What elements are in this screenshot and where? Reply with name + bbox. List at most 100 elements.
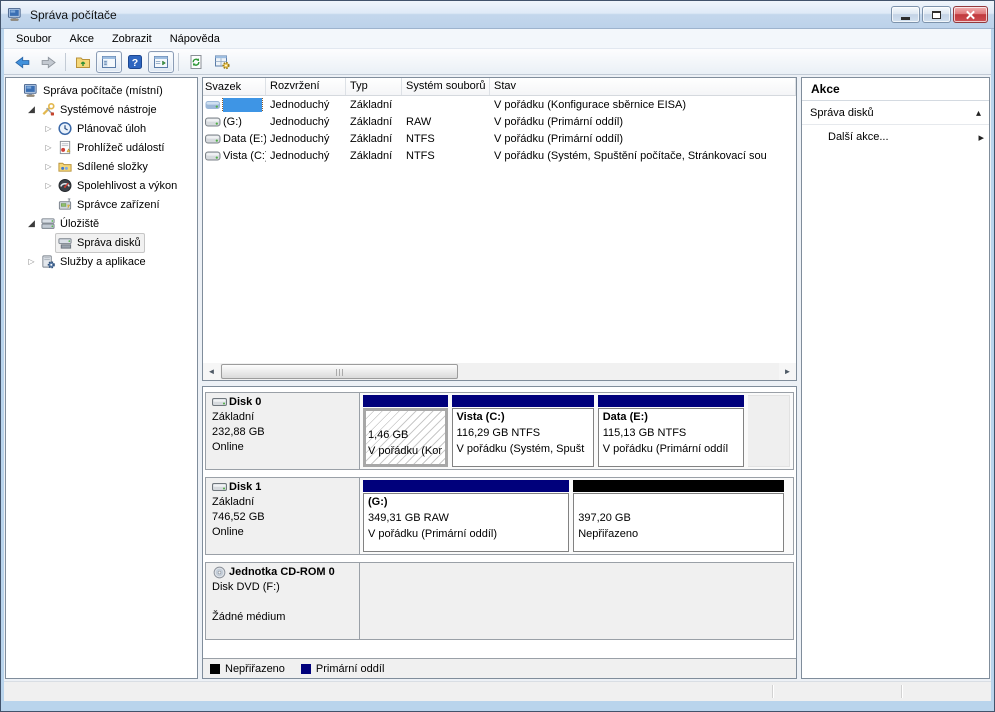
tree-expander-icon[interactable] — [42, 124, 55, 133]
disk-label[interactable]: Disk 1 Základní746,52 GBOnline — [205, 477, 360, 555]
close-button[interactable] — [953, 6, 988, 23]
toolbar-refresh-button[interactable] — [183, 51, 209, 73]
tree-expander-icon[interactable] — [25, 257, 38, 266]
scroll-left-button[interactable] — [203, 363, 220, 380]
partition-status: V pořádku (Primární oddíl) — [368, 526, 564, 542]
disk-icon — [212, 396, 228, 409]
restore-button[interactable] — [922, 6, 951, 23]
svg-text:?: ? — [131, 57, 137, 69]
tree-item-content[interactable]: Správa počítače (místní) — [21, 81, 167, 101]
volume-name-cell[interactable]: Vista (C:) — [203, 150, 266, 162]
tree-item-content[interactable]: Sdílené složky — [55, 157, 152, 177]
toolbar-toggle-action-pane-button[interactable] — [148, 51, 174, 73]
horizontal-scrollbar[interactable] — [203, 363, 796, 380]
volume-icon — [205, 133, 221, 145]
toolbar-up-one-level-button[interactable] — [70, 51, 96, 73]
menu-akce[interactable]: Akce — [60, 30, 102, 48]
partition-body[interactable]: Data (E:) 115,13 GB NTFS V pořádku (Prim… — [598, 408, 744, 467]
volume-row[interactable]: (G:) Jednoduchý Základní RAW V pořádku (… — [203, 113, 796, 130]
partition-body[interactable]: (G:) 349,31 GB RAW V pořádku (Primární o… — [363, 493, 569, 552]
tree-item-spravce-zarizeni[interactable]: Správce zařízení — [6, 195, 197, 214]
services-icon — [40, 254, 57, 270]
tree-item-sprava-pocitace-mistni[interactable]: Správa počítače (místní) — [6, 81, 197, 100]
more-actions-item[interactable]: Další akce... — [802, 125, 989, 149]
collapse-group-icon[interactable] — [976, 107, 981, 119]
disk-label[interactable]: Jednotka CD-ROM 0 Disk DVD (F:)Žádné méd… — [205, 562, 360, 640]
partition-body[interactable]: Vista (C:) 116,29 GB NTFS V pořádku (Sys… — [452, 408, 594, 467]
window-title: Správa počítače — [30, 8, 117, 22]
menu-soubor[interactable]: Soubor — [7, 30, 60, 48]
scrollbar-thumb[interactable] — [221, 364, 458, 379]
column-header-system-souboru[interactable]: Systém souborů — [402, 78, 490, 95]
toolbar-back-button[interactable] — [9, 51, 35, 73]
volume-row[interactable]: Jednoduchý Základní V pořádku (Konfigura… — [203, 96, 796, 113]
tree-item-content[interactable]: Úložiště — [38, 214, 103, 234]
event-viewer-icon — [57, 140, 74, 156]
tree-item-content[interactable]: Plánovač úloh — [55, 119, 150, 139]
volume-name: (G:) — [223, 116, 242, 128]
menu-napoveda[interactable]: Nápověda — [161, 30, 229, 48]
volume-name-cell[interactable] — [203, 98, 266, 112]
tree-item-label: Služby a aplikace — [57, 256, 146, 268]
partition-size: 1,46 GB — [368, 427, 443, 443]
column-header-stav[interactable]: Stav — [490, 78, 796, 95]
volume-name-cell[interactable]: Data (E:) — [203, 133, 266, 145]
menu-zobrazit[interactable]: Zobrazit — [103, 30, 161, 48]
partition-body[interactable]: 397,20 GB Nepřiřazeno — [573, 493, 784, 552]
partition-status: V pořádku (Systém, Spušt — [457, 441, 589, 457]
volume-row[interactable]: Vista (C:) Jednoduchý Základní NTFS V po… — [203, 147, 796, 164]
volume-type-cell: Základní — [346, 133, 402, 145]
partition-status: V pořádku (Kor — [368, 443, 443, 459]
toolbar-toggle-console-tree-button[interactable] — [96, 51, 122, 73]
tree-item-content[interactable]: Systémové nástroje — [38, 100, 161, 120]
column-header-svazek[interactable]: Svazek — [203, 78, 266, 95]
tree-item-prohlizec-udalosti[interactable]: Prohlížeč událostí — [6, 138, 197, 157]
volume-filesystem-cell: RAW — [402, 116, 490, 128]
partition-size: 397,20 GB — [578, 510, 779, 526]
volume-type-cell: Základní — [346, 116, 402, 128]
toolbar-forward-button[interactable] — [35, 51, 61, 73]
title-bar[interactable]: Správa počítače — [1, 1, 994, 29]
partition-data-e[interactable]: Data (E:) 115,13 GB NTFS V pořádku (Prim… — [598, 395, 744, 467]
volume-name: Data (E:) — [223, 133, 266, 145]
volume-filesystem-cell: NTFS — [402, 133, 490, 145]
partition-v-poradku-kor[interactable]: 1,46 GB V pořádku (Kor — [363, 395, 448, 467]
legend-item: Primární oddíl — [301, 663, 384, 675]
tree-expander-icon[interactable] — [42, 162, 55, 171]
tree-expander-icon[interactable] — [25, 104, 38, 115]
minimize-button[interactable] — [891, 6, 920, 23]
partition-body[interactable]: 1,46 GB V pořádku (Kor — [363, 408, 448, 467]
disk-info-line: Online — [212, 525, 353, 540]
tree-item-label: Správce zařízení — [74, 199, 160, 211]
tree-item-spolehlivost-a-vykon[interactable]: Spolehlivost a výkon — [6, 176, 197, 195]
minimize-icon — [901, 17, 910, 20]
tree-item-content[interactable]: Správce zařízení — [55, 195, 164, 215]
partition-neprirazeno[interactable]: 397,20 GB Nepřiřazeno — [573, 480, 784, 552]
tree-item-content[interactable]: Prohlížeč událostí — [55, 138, 168, 158]
disk-label[interactable]: Disk 0 Základní232,88 GBOnline — [205, 392, 360, 470]
tree-expander-icon[interactable] — [42, 143, 55, 152]
tree-item-sdilene-slozky[interactable]: Sdílené složky — [6, 157, 197, 176]
tree-item-planovac-uloh[interactable]: Plánovač úloh — [6, 119, 197, 138]
tree-item-content[interactable]: Správa disků — [55, 233, 145, 253]
tree-item-sprava-disku[interactable]: Správa disků — [6, 233, 197, 252]
partition-vista-c[interactable]: Vista (C:) 116,29 GB NTFS V pořádku (Sys… — [452, 395, 594, 467]
legend-item: Nepřiřazeno — [210, 663, 285, 675]
toolbar-console-options-button[interactable] — [209, 51, 235, 73]
tree-expander-icon[interactable] — [25, 218, 38, 229]
tree-item-content[interactable]: Spolehlivost a výkon — [55, 176, 181, 196]
tree-item-systemove-nastroje[interactable]: Systémové nástroje — [6, 100, 197, 119]
tree-expander-icon[interactable] — [42, 181, 55, 190]
toolbar-help-button[interactable]: ? — [122, 51, 148, 73]
toolbar-separator — [178, 53, 179, 71]
actions-group-disk-management[interactable]: Správa disků — [802, 101, 989, 125]
tree-item-content[interactable]: Služby a aplikace — [38, 252, 150, 272]
tree-item-sluzby-a-aplikace[interactable]: Služby a aplikace — [6, 252, 197, 271]
tree-item-uloziste[interactable]: Úložiště — [6, 214, 197, 233]
scroll-right-button[interactable] — [779, 363, 796, 380]
partition-g[interactable]: (G:) 349,31 GB RAW V pořádku (Primární o… — [363, 480, 569, 552]
volume-row[interactable]: Data (E:) Jednoduchý Základní NTFS V poř… — [203, 130, 796, 147]
column-header-rozvrzeni[interactable]: Rozvržení — [266, 78, 346, 95]
volume-name-cell[interactable]: (G:) — [203, 116, 266, 128]
column-header-typ[interactable]: Typ — [346, 78, 402, 95]
